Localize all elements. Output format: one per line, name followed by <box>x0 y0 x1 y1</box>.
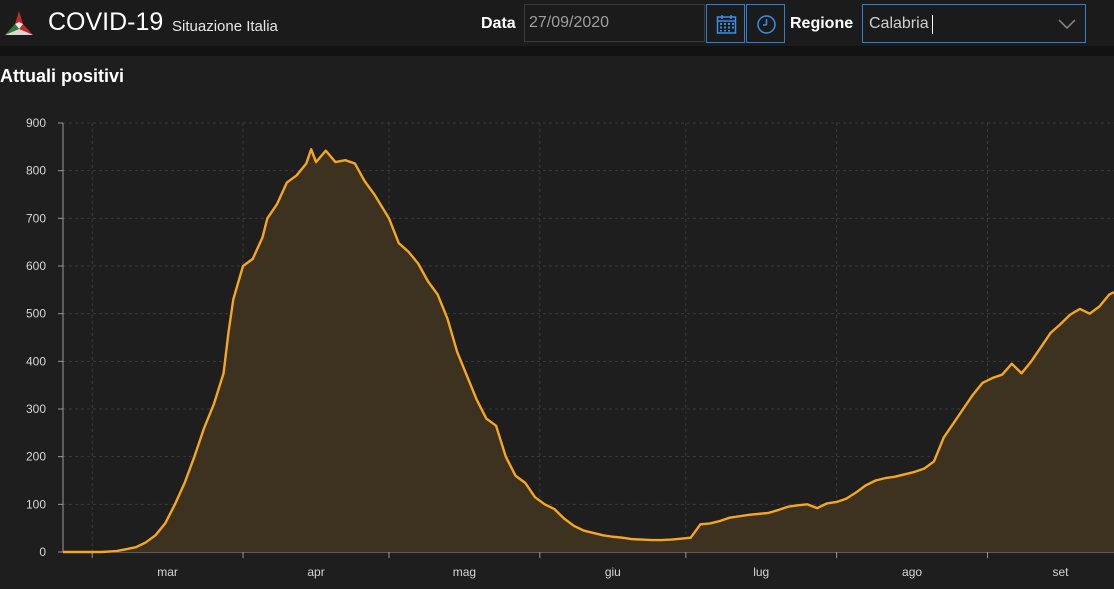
app-subtitle: Situazione Italia <box>172 18 278 35</box>
area-chart: 0 100 200 300 400 500 600 700 800 900 mar apr mag gi… <box>26 116 1114 579</box>
region-select[interactable]: Calabria <box>862 4 1086 43</box>
y-tick-label: 500 <box>26 307 46 321</box>
x-axis: mar apr mag giu lug ago set <box>63 551 1114 579</box>
top-bar: COVID-19 Situazione Italia Data 27/09/20… <box>0 0 1114 46</box>
x-tick-label: giu <box>605 565 621 579</box>
x-tick-label: apr <box>307 565 324 579</box>
y-tick-label: 200 <box>26 450 46 464</box>
y-tick-label: 300 <box>26 402 46 416</box>
y-tick-label: 400 <box>26 354 46 368</box>
y-tick-label: 800 <box>26 164 46 178</box>
x-tick-label: mar <box>157 565 178 579</box>
text-caret <box>932 15 933 34</box>
calendar-icon <box>716 15 737 34</box>
y-tick-label: 900 <box>26 116 46 130</box>
clock-icon <box>757 15 776 34</box>
chevron-down-icon[interactable] <box>1058 19 1076 29</box>
date-input[interactable]: 27/09/2020 <box>524 4 705 42</box>
y-tick-label: 0 <box>39 545 46 559</box>
y-tick-label: 700 <box>26 211 46 225</box>
x-tick-label: ago <box>902 565 922 579</box>
date-label: Data <box>481 15 516 32</box>
italy-covid-logo-icon <box>5 11 33 35</box>
app-title: COVID-19 <box>48 8 164 36</box>
x-tick-label: set <box>1052 565 1069 579</box>
region-value: Calabria <box>869 15 929 32</box>
x-tick-label: mag <box>453 565 476 579</box>
series-area <box>63 149 1114 552</box>
clock-button[interactable] <box>746 4 785 43</box>
y-axis: 0 100 200 300 400 500 600 700 800 900 <box>26 116 64 559</box>
region-label: Regione <box>790 15 854 32</box>
y-tick-label: 600 <box>26 259 46 273</box>
calendar-button[interactable] <box>706 4 745 43</box>
y-tick-label: 100 <box>26 497 46 511</box>
x-tick-label: lug <box>753 565 769 579</box>
header-divider <box>0 46 1114 56</box>
chart-title: Attuali positivi <box>0 66 125 86</box>
